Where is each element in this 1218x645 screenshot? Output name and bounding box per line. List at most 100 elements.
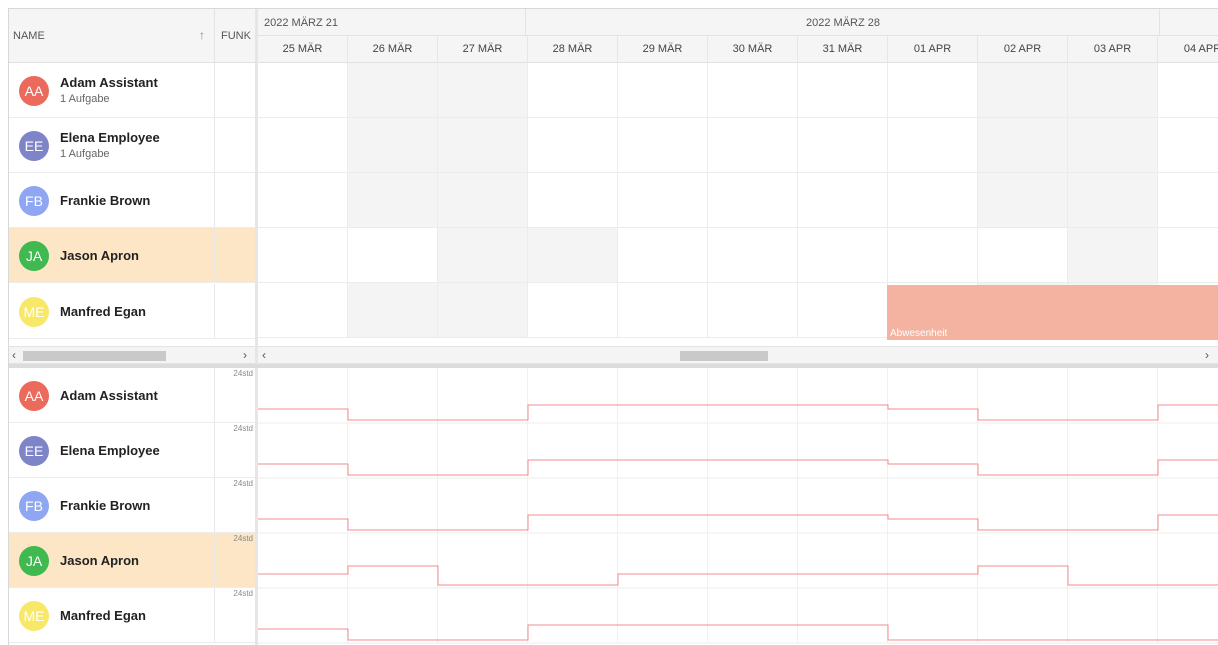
schedule-cell[interactable] [618, 173, 708, 228]
column-header-name-label: NAME [13, 30, 45, 42]
week-header-cell: 2022 MÄRZ 21 [258, 9, 526, 36]
day-header-cell: 01 APR [888, 36, 978, 63]
name-cell: AA Adam Assistant [9, 368, 215, 422]
schedule-cell[interactable] [888, 118, 978, 173]
avatar: FB [19, 186, 49, 216]
scroll-left-icon[interactable]: ‹ [262, 348, 266, 362]
schedule-cell[interactable] [708, 63, 798, 118]
resource-row[interactable]: EE Elena Employee 1 Aufgabe [9, 118, 255, 173]
histogram-max-label: 24std [233, 589, 253, 598]
schedule-cell[interactable] [618, 63, 708, 118]
schedule-cell[interactable] [798, 173, 888, 228]
schedule-cell[interactable] [438, 63, 528, 118]
schedule-cell[interactable] [1158, 118, 1218, 173]
schedule-cell[interactable] [258, 283, 348, 338]
schedule-cell[interactable] [1068, 118, 1158, 173]
schedule-cell[interactable] [978, 228, 1068, 283]
schedule-cell[interactable] [528, 63, 618, 118]
schedule-cell[interactable] [798, 63, 888, 118]
schedule-cell[interactable] [258, 63, 348, 118]
scroll-left-icon[interactable]: ‹ [12, 348, 16, 362]
left-horizontal-scrollbar[interactable]: ‹ › [9, 346, 255, 364]
schedule-cell[interactable] [618, 228, 708, 283]
schedule-cell[interactable] [438, 173, 528, 228]
resource-name: Jason Apron [60, 553, 139, 568]
schedule-cell[interactable] [708, 283, 798, 338]
day-header-cell: 02 APR [978, 36, 1068, 63]
schedule-cell[interactable] [708, 118, 798, 173]
resource-name: Frankie Brown [60, 193, 151, 208]
resource-row[interactable]: FB Frankie Brown [9, 173, 255, 228]
schedule-cell[interactable] [618, 283, 708, 338]
resource-name: Manfred Egan [60, 608, 146, 623]
timeline-week-header: 2022 MÄRZ 21 2022 MÄRZ 28 [258, 9, 1218, 36]
schedule-cell[interactable] [258, 118, 348, 173]
schedule-cell[interactable] [978, 173, 1068, 228]
schedule-cell[interactable] [1158, 173, 1218, 228]
day-header-cell: 31 MÄR [798, 36, 888, 63]
schedule-cell[interactable] [348, 118, 438, 173]
schedule-cell[interactable] [978, 118, 1068, 173]
resource-grid: NAME ↑ FUNK AA Adam Assistant 1 Aufgabe … [9, 9, 255, 645]
schedule-cell[interactable] [348, 173, 438, 228]
schedule-cell[interactable] [888, 63, 978, 118]
name-cell: ME Manfred Egan [9, 284, 215, 338]
name-cell: AA Adam Assistant 1 Aufgabe [9, 63, 215, 117]
schedule-cell[interactable] [438, 283, 528, 338]
schedule-cell[interactable] [528, 118, 618, 173]
schedule-cell[interactable] [1158, 63, 1218, 118]
avatar: ME [19, 601, 49, 631]
avatar: AA [19, 76, 49, 106]
avatar: JA [19, 546, 49, 576]
schedule-cell[interactable] [1068, 63, 1158, 118]
schedule-cell[interactable] [438, 118, 528, 173]
scroll-right-icon[interactable]: › [243, 348, 247, 362]
sort-ascending-icon[interactable]: ↑ [199, 28, 205, 42]
schedule-cell[interactable] [708, 173, 798, 228]
schedule-cell[interactable] [978, 63, 1068, 118]
resource-row[interactable]: ME Manfred Egan [9, 284, 255, 339]
resource-row-selected[interactable]: JA Jason Apron [9, 228, 255, 283]
schedule-cell[interactable] [708, 228, 798, 283]
absence-event[interactable]: Abwesenheit [887, 285, 1218, 340]
event-label: Abwesenheit [890, 328, 948, 339]
resource-row[interactable]: AA Adam Assistant 1 Aufgabe [9, 63, 255, 118]
schedule-cell[interactable] [618, 118, 708, 173]
scrollbar-thumb[interactable] [23, 351, 166, 361]
scrollbar-thumb[interactable] [680, 351, 768, 361]
schedule-cell[interactable] [1068, 173, 1158, 228]
schedule-cell[interactable] [348, 63, 438, 118]
resource-name: Jason Apron [60, 248, 139, 263]
day-header-cell: 26 MÄR [348, 36, 438, 63]
schedule-cell[interactable] [258, 173, 348, 228]
funk-cell [215, 173, 255, 227]
schedule-cell[interactable] [798, 118, 888, 173]
day-header-cell: 30 MÄR [708, 36, 798, 63]
funk-cell [215, 228, 255, 282]
schedule-cell[interactable] [528, 173, 618, 228]
schedule-cell[interactable] [348, 283, 438, 338]
column-header-name[interactable]: NAME ↑ [9, 9, 215, 63]
histogram-max-label: 24std [233, 479, 253, 488]
resource-name: Adam Assistant [60, 75, 158, 90]
resource-name: Elena Employee [60, 130, 160, 145]
schedule-cell[interactable] [1158, 228, 1218, 283]
schedule-cell[interactable] [798, 283, 888, 338]
panel-separator[interactable] [9, 364, 1218, 368]
schedule-cell[interactable] [258, 228, 348, 283]
name-cell: JA Jason Apron [9, 228, 215, 282]
column-header-funk[interactable]: FUNK [215, 9, 255, 63]
schedule-cell[interactable] [888, 228, 978, 283]
schedule-cell[interactable] [1068, 228, 1158, 283]
timeline-horizontal-scrollbar[interactable]: ‹ › [258, 346, 1218, 364]
day-header-cell: 27 MÄR [438, 36, 528, 63]
schedule-cell[interactable] [798, 228, 888, 283]
histogram-step-line [258, 565, 1218, 586]
schedule-cell[interactable] [528, 283, 618, 338]
scroll-right-icon[interactable]: › [1205, 348, 1209, 362]
schedule-cell[interactable] [348, 228, 438, 283]
schedule-cell[interactable] [528, 228, 618, 283]
schedule-cell[interactable] [438, 228, 528, 283]
schedule-cell[interactable] [888, 173, 978, 228]
day-header-cell: 03 APR [1068, 36, 1158, 63]
